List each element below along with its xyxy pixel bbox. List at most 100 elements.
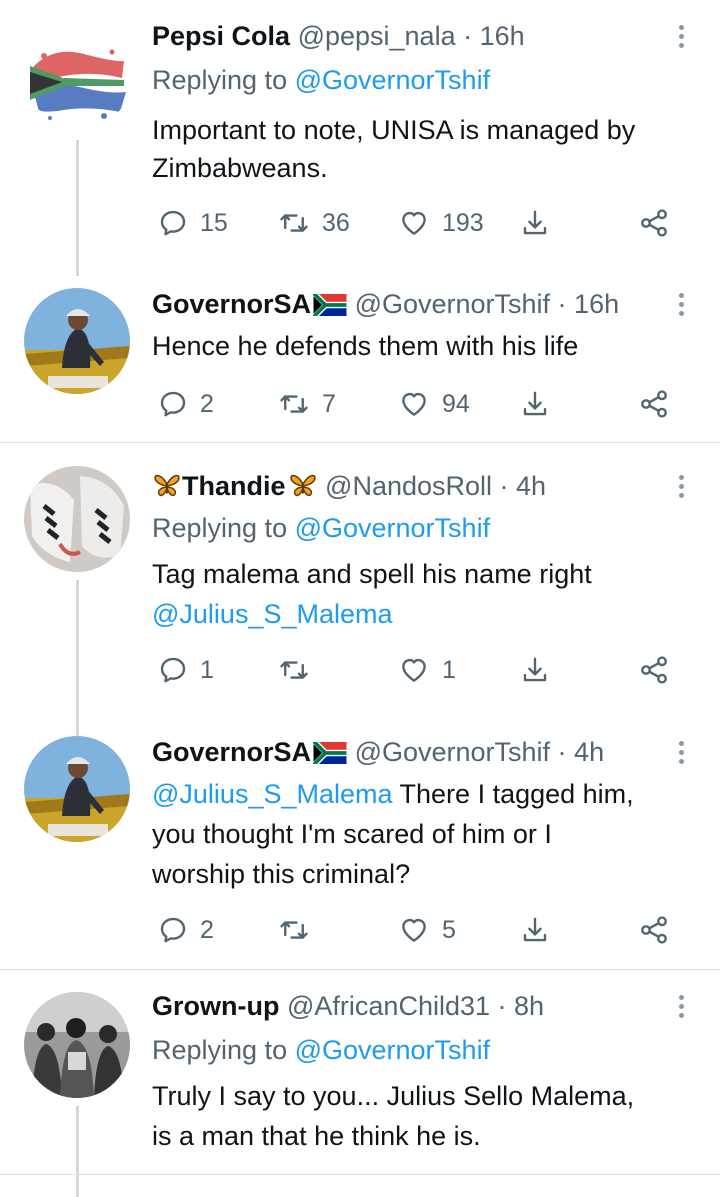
divider [0, 969, 720, 970]
divider [0, 1174, 720, 1175]
avatar[interactable] [24, 26, 130, 132]
download-button[interactable] [520, 203, 550, 243]
like-button[interactable]: 94 [398, 384, 470, 424]
share-button[interactable] [638, 384, 670, 424]
separator: · [490, 991, 515, 1021]
action-bar: 2 7 94 [0, 384, 720, 424]
replying-to: Replying to @GovernorTshif [152, 1035, 491, 1065]
display-name[interactable]: Pepsi Cola [152, 21, 290, 51]
handle[interactable]: @AfricanChild31 [287, 991, 490, 1021]
tweet-header: Thandie @NandosRoll · 4h [152, 466, 546, 506]
mention-link[interactable]: @Julius_S_Malema [152, 779, 393, 809]
tweet-text-line: Truly I say to you... Julius Sello Malem… [152, 1081, 635, 1111]
tweet-header: Grown-up @AfricanChild31 · 8h [152, 986, 544, 1026]
reply-button[interactable]: 1 [158, 650, 214, 690]
retweet-count: 7 [322, 389, 336, 418]
timestamp[interactable]: 4h [574, 737, 604, 767]
download-button[interactable] [520, 910, 550, 950]
like-icon [398, 655, 430, 685]
avatar[interactable] [24, 288, 130, 394]
handle[interactable]: @GovernorTshif [355, 289, 550, 319]
retweet-button[interactable]: 36 [278, 203, 350, 243]
reply-button[interactable]: 15 [158, 203, 228, 243]
reply-count: 1 [200, 655, 214, 684]
like-button[interactable]: 1 [398, 650, 456, 690]
reply-button[interactable]: 2 [158, 384, 214, 424]
display-name[interactable]: GovernorSA [152, 737, 311, 767]
divider [0, 442, 720, 443]
butterfly-emoji [152, 471, 182, 501]
timestamp[interactable]: 8h [514, 991, 544, 1021]
tweet-text-line: worship this criminal? [152, 859, 411, 889]
replying-to-link[interactable]: @GovernorTshif [295, 65, 490, 95]
tweet-text-line: @Julius_S_Malema There I tagged him, [152, 779, 634, 809]
tweet-text-line: Tag malema and spell his name right [152, 559, 592, 589]
display-name[interactable]: GovernorSA [152, 289, 311, 319]
display-name[interactable]: Grown-up [152, 991, 279, 1021]
tweet-thandie[interactable]: Thandie @NandosRoll · 4h Replying to @Go… [0, 466, 720, 736]
separator: · [550, 737, 575, 767]
tweet-grown-up[interactable]: Grown-up @AfricanChild31 · 8h Replying t… [0, 986, 720, 1197]
retweet-button[interactable] [278, 650, 322, 690]
handle[interactable]: @NandosRoll [325, 471, 492, 501]
south-africa-flag-emoji [313, 294, 347, 316]
avatar[interactable] [24, 736, 130, 842]
replying-to-link[interactable]: @GovernorTshif [295, 513, 490, 543]
tweet-header: GovernorSA @GovernorTshif · 4h [152, 732, 604, 772]
replying-to-link[interactable]: @GovernorTshif [295, 1035, 490, 1065]
reply-count: 2 [200, 915, 214, 944]
tweet-text-line: you thought I'm scared of him or I [152, 819, 552, 849]
separator: · [550, 289, 575, 319]
like-button[interactable]: 5 [398, 910, 456, 950]
more-icon[interactable] [666, 466, 696, 506]
action-bar: 1 1 [0, 650, 720, 690]
retweet-icon [278, 208, 310, 238]
like-icon [398, 389, 430, 419]
more-icon[interactable] [666, 986, 696, 1026]
tweet-text-line: Zimbabweans. [152, 153, 328, 183]
download-icon [520, 389, 550, 419]
share-icon [638, 654, 670, 686]
download-button[interactable] [520, 384, 550, 424]
avatar[interactable] [24, 466, 130, 572]
like-count: 94 [442, 389, 470, 418]
tweet-header: Pepsi Cola @pepsi_nala · 16h [152, 16, 525, 56]
retweet-icon [278, 915, 310, 945]
retweet-icon [278, 389, 310, 419]
reply-count: 15 [200, 208, 228, 237]
replying-to: Replying to @GovernorTshif [152, 513, 491, 543]
more-icon[interactable] [666, 284, 696, 324]
tweet-text-line: Important to note, UNISA is managed by [152, 115, 636, 145]
share-button[interactable] [638, 910, 670, 950]
like-count: 1 [442, 655, 456, 684]
timestamp[interactable]: 16h [480, 21, 525, 51]
download-icon [520, 655, 550, 685]
south-africa-flag-emoji [313, 742, 347, 764]
mention-link[interactable]: @Julius_S_Malema [152, 594, 393, 634]
thread-line [76, 1106, 79, 1197]
share-button[interactable] [638, 203, 670, 243]
tweet-governorsa-reply[interactable]: GovernorSA @GovernorTshif · 16h Hence he… [0, 284, 720, 442]
timestamp[interactable]: 4h [516, 471, 546, 501]
more-icon[interactable] [666, 732, 696, 772]
tweet-governorsa-mention[interactable]: GovernorSA @GovernorTshif · 4h @Julius_S… [0, 732, 720, 968]
replying-to: Replying to @GovernorTshif [152, 65, 491, 95]
display-name[interactable]: Thandie [182, 471, 286, 501]
reply-icon [158, 915, 188, 945]
retweet-button[interactable]: 7 [278, 384, 336, 424]
tweet-text-line: Hence he defends them with his life [152, 331, 579, 361]
avatar[interactable] [24, 992, 130, 1098]
like-button[interactable]: 193 [398, 203, 484, 243]
download-button[interactable] [520, 650, 550, 690]
timestamp[interactable]: 16h [574, 289, 619, 319]
download-icon [520, 915, 550, 945]
butterfly-emoji [288, 471, 318, 501]
tweet-pepsi-cola[interactable]: Pepsi Cola @pepsi_nala · 16h Replying to… [0, 16, 720, 276]
reply-button[interactable]: 2 [158, 910, 214, 950]
share-icon [638, 207, 670, 239]
more-icon[interactable] [666, 16, 696, 56]
handle[interactable]: @pepsi_nala [298, 21, 456, 51]
handle[interactable]: @GovernorTshif [355, 737, 550, 767]
share-button[interactable] [638, 650, 670, 690]
retweet-button[interactable] [278, 910, 322, 950]
